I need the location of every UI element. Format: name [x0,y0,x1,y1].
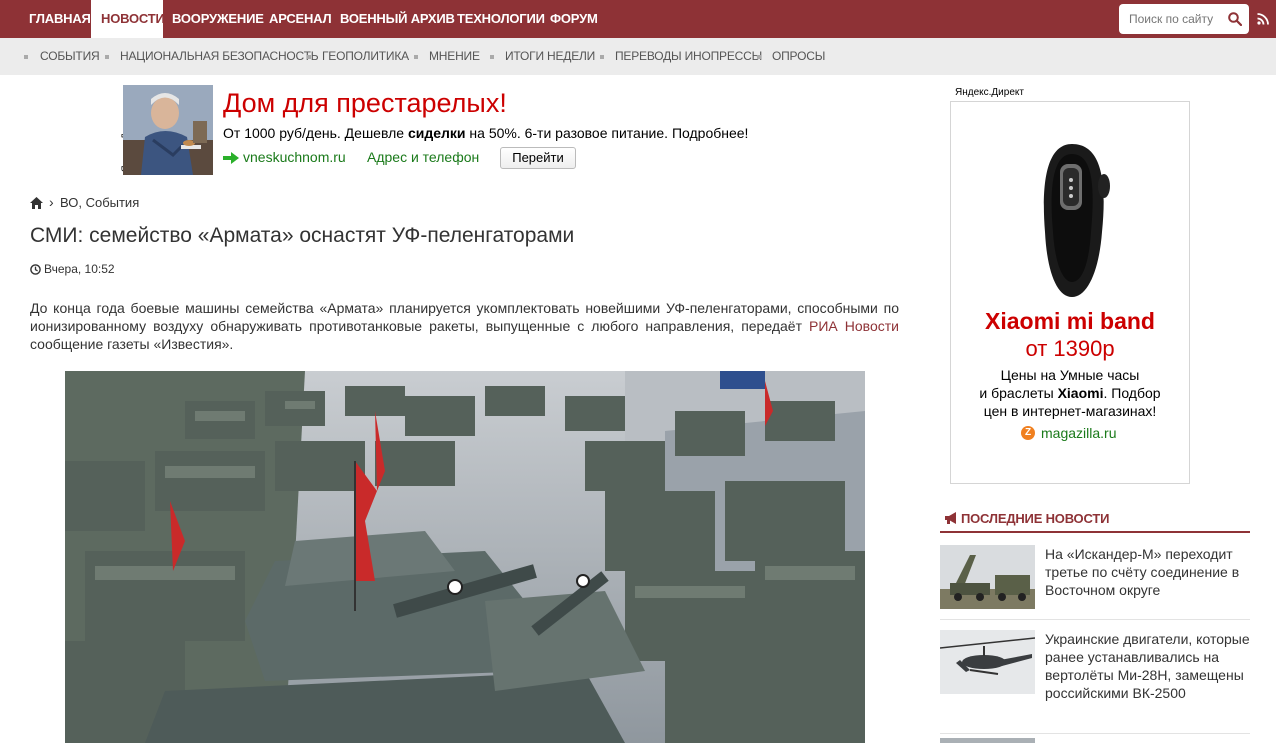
bullet-icon [307,55,311,59]
nav-item-news[interactable]: НОВОСТИ [91,0,165,38]
article-title: СМИ: семейство «Армата» оснастят УФ-пеле… [30,224,575,247]
ad-vertical-label[interactable]: Яндекс.Директ [106,92,130,172]
news-thumb-iskander-image [940,545,1035,609]
right-ad-label[interactable]: Яндекс.Директ [955,87,1024,98]
sub-navigation: СОБЫТИЯ НАЦИОНАЛЬНАЯ БЕЗОПАСНОСТЬ ГЕОПОЛ… [0,38,1276,75]
nav-item-technologies[interactable]: ТЕХНОЛОГИИ [457,0,545,38]
subnav-item-geopolitics[interactable]: ГЕОПОЛИТИКА [322,38,409,75]
ad-photo-image [123,85,213,175]
ad-go-button[interactable]: Перейти [500,147,576,169]
bullet-icon [414,55,418,59]
bullet-icon [490,55,494,59]
subnav-item-polls[interactable]: ОПРОСЫ [772,38,825,75]
search-icon[interactable] [1228,12,1242,26]
nav-item-military-archive[interactable]: ВОЕННЫЙ АРХИВ [340,0,455,38]
fitness-band-image [1043,144,1110,297]
right-ad-domain-link[interactable]: magazilla.ru [1041,425,1116,441]
nav-item-forum[interactable]: ФОРУМ [550,0,598,38]
right-ad-box[interactable]: Xiaomi mi band от 1390р Цены на Умные ча… [950,101,1190,484]
subnav-item-opinion[interactable]: МНЕНИЕ [429,38,480,75]
subnav-item-national-security[interactable]: НАЦИОНАЛЬНАЯ БЕЗОПАСНОСТЬ [120,38,319,75]
ad-title[interactable]: Дом для престарелых! [223,88,507,119]
ad-text: От 1000 руб/день. Дешевле сиделки на 50%… [223,125,749,141]
article-photo-armored-parade [65,371,865,743]
subnav-item-week-results[interactable]: ИТОГИ НЕДЕЛИ [505,38,595,75]
nav-item-weapons[interactable]: ВООРУЖЕНИЕ [172,0,264,38]
article-body: До конца года боевые машины семейства «А… [30,300,899,352]
news-thumbnail[interactable] [940,545,1035,609]
bullet-icon [24,55,28,59]
breadcrumb-separator: › [49,194,54,210]
nav-item-home[interactable]: ГЛАВНАЯ [29,0,91,38]
home-icon[interactable] [30,197,43,209]
news-divider [940,733,1250,734]
bullet-icon [600,55,604,59]
megaphone-icon [945,512,956,524]
nav-item-arsenal[interactable]: АРСЕНАЛ [269,0,332,38]
arrow-right-icon [223,152,239,164]
news-thumbnail[interactable] [940,630,1035,694]
article-time-text: Вчера, 10:52 [44,262,115,276]
news-thumb-helicopter-image [940,630,1035,694]
right-ad-description: Цены на Умные часы и браслеты Xiaomi. По… [979,367,1161,419]
source-link[interactable]: РИА Новости [809,318,899,334]
news-item-title[interactable]: Украинские двигатели, которые ранее уста… [1045,630,1255,702]
search-input[interactable] [1119,4,1227,34]
ad-address-link[interactable]: Адрес и телефон [367,149,479,165]
breadcrumb-category[interactable]: ВО, События [60,195,139,210]
latest-news-title: ПОСЛЕДНИЕ НОВОСТИ [961,511,1110,526]
bullet-icon [105,55,109,59]
clock-icon [30,264,41,275]
rss-icon[interactable] [1257,13,1269,25]
subnav-item-events[interactable]: СОБЫТИЯ [40,38,100,75]
news-thumbnail[interactable] [940,738,1035,743]
subnav-item-foreign-press[interactable]: ПЕРЕВОДЫ ИНОПРЕССЫ [615,38,762,75]
right-ad-title[interactable]: Xiaomi mi band [951,308,1189,335]
magazilla-logo-icon: Z [1021,426,1035,440]
search-box [1119,4,1249,34]
ad-domain-link[interactable]: vneskuchnom.ru [243,149,346,165]
latest-news-header: ПОСЛЕДНИЕ НОВОСТИ [940,507,1250,533]
news-item-title[interactable]: На «Искандер-М» переходит третье по счёт… [1045,545,1255,599]
news-divider [940,619,1250,620]
top-navigation: ГЛАВНАЯ НОВОСТИ ВООРУЖЕНИЕ АРСЕНАЛ ВОЕНН… [0,0,1276,38]
bullet-icon [757,55,761,59]
ad-photo[interactable] [123,85,213,175]
article-image [65,371,865,743]
right-ad-price[interactable]: от 1390р [951,336,1189,362]
